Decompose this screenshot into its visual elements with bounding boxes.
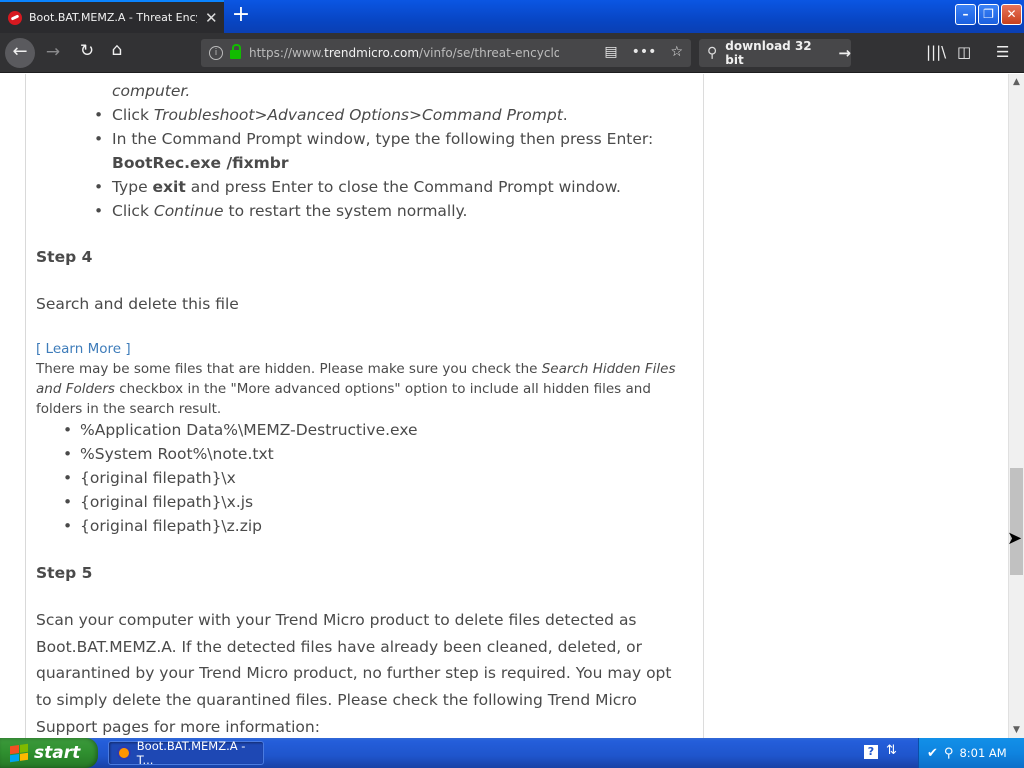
step-5-text: Scan your computer with your Trend Micro…: [36, 611, 672, 736]
system-tray: ✔ ⚲ 8:01 AM: [918, 738, 1024, 768]
taskbar-item-label: Boot.BAT.MEMZ.A - T...: [136, 739, 246, 767]
file-list: %Application Data%\MEMZ-Destructive.exe …: [36, 418, 418, 538]
navigation-toolbar: ← → ↻ ⌂ i https://www.trendmicro.com/vin…: [0, 33, 1024, 73]
sidebar-divider: [703, 74, 704, 738]
restore-window-button[interactable]: ❐: [978, 4, 999, 25]
list-item: In the Command Prompt window, type the f…: [36, 127, 696, 175]
security-shield-icon[interactable]: ✔: [927, 746, 938, 761]
firefox-icon: [117, 746, 131, 760]
browser-tab-active[interactable]: Boot.BAT.MEMZ.A - Threat Encyclo ✕: [0, 0, 224, 33]
url-text[interactable]: https://www.trendmicro.com/vinfo/se/thre…: [249, 46, 559, 60]
scroll-up-arrow-icon[interactable]: ▲: [1009, 74, 1024, 90]
home-button[interactable]: ⌂: [106, 40, 128, 60]
taskbar-firefox-window[interactable]: Boot.BAT.MEMZ.A - T...: [108, 739, 264, 767]
trendmicro-favicon-icon: [8, 10, 22, 25]
start-label: start: [34, 743, 81, 763]
help-icon[interactable]: ?: [864, 745, 878, 759]
network-icon[interactable]: ⇅: [886, 743, 897, 758]
step-5-heading: Step 5: [36, 564, 93, 582]
web-page: computer. Click Troubleshoot>Advanced Op…: [0, 74, 1008, 738]
minimize-window-button[interactable]: –: [955, 4, 976, 25]
windows-logo-icon: [10, 743, 28, 763]
file-item: {original filepath}\x: [36, 466, 418, 490]
clock: 8:01 AM: [959, 746, 1007, 760]
list-item: Click Troubleshoot>Advanced Options>Comm…: [36, 103, 696, 127]
close-window-button[interactable]: ✕: [1001, 4, 1022, 25]
menu-icon[interactable]: ☰: [996, 43, 1009, 61]
scrollbar-thumb[interactable]: [1010, 468, 1023, 575]
back-button[interactable]: ←: [5, 38, 35, 68]
step-4-heading: Step 4: [36, 248, 93, 266]
start-button[interactable]: start: [0, 738, 98, 768]
reload-button[interactable]: ↻: [76, 41, 98, 61]
learn-more-link[interactable]: [ Learn More ]: [36, 341, 131, 357]
page-actions-icon[interactable]: •••: [632, 44, 657, 60]
page-scrollbar[interactable]: ▲ ▼: [1008, 74, 1024, 738]
secure-lock-icon[interactable]: [230, 44, 241, 59]
step-4-text: Search and delete this file: [36, 295, 239, 313]
file-item: %System Root%\note.txt: [36, 442, 418, 466]
hidden-files-note: There may be some files that are hidden.…: [36, 361, 676, 417]
tab-title: Boot.BAT.MEMZ.A - Threat Encyclo: [29, 11, 197, 24]
reader-view-icon[interactable]: ▤: [604, 44, 617, 60]
search-go-icon[interactable]: →: [838, 44, 851, 62]
recovery-steps-list: Click Troubleshoot>Advanced Options>Comm…: [36, 103, 696, 223]
file-item: {original filepath}\x.js: [36, 490, 418, 514]
search-assistant-icon[interactable]: ⚲: [944, 746, 954, 761]
new-tab-button[interactable]: +: [229, 3, 253, 29]
taskbar: start Boot.BAT.MEMZ.A - T... ? ⇅ ✔ ⚲ 8:0…: [0, 738, 1024, 768]
window-titlebar: Boot.BAT.MEMZ.A - Threat Encyclo ✕ + – ❐…: [0, 0, 1024, 33]
file-item: {original filepath}\z.zip: [36, 514, 418, 538]
close-tab-icon[interactable]: ✕: [205, 9, 218, 27]
sidebar-icon[interactable]: ◫: [957, 43, 971, 61]
site-info-icon[interactable]: i: [209, 46, 223, 60]
file-item: %Application Data%\MEMZ-Destructive.exe: [36, 418, 418, 442]
content-left-border: [25, 74, 26, 738]
partial-text-line: computer.: [112, 82, 191, 100]
scroll-down-arrow-icon[interactable]: ▼: [1009, 722, 1024, 738]
forward-button[interactable]: →: [42, 42, 64, 62]
list-item: Type exit and press Enter to close the C…: [36, 175, 696, 199]
search-icon: ⚲: [707, 45, 718, 61]
mouse-cursor-icon: ➤: [1007, 528, 1023, 549]
address-bar[interactable]: i https://www.trendmicro.com/vinfo/se/th…: [201, 39, 691, 67]
list-item: Click Continue to restart the system nor…: [36, 199, 696, 223]
search-input[interactable]: download 32 bit: [725, 39, 830, 67]
search-bar[interactable]: ⚲ download 32 bit →: [699, 39, 851, 67]
bookmark-star-icon[interactable]: ☆: [670, 44, 683, 60]
library-icon[interactable]: |||\: [926, 43, 946, 61]
